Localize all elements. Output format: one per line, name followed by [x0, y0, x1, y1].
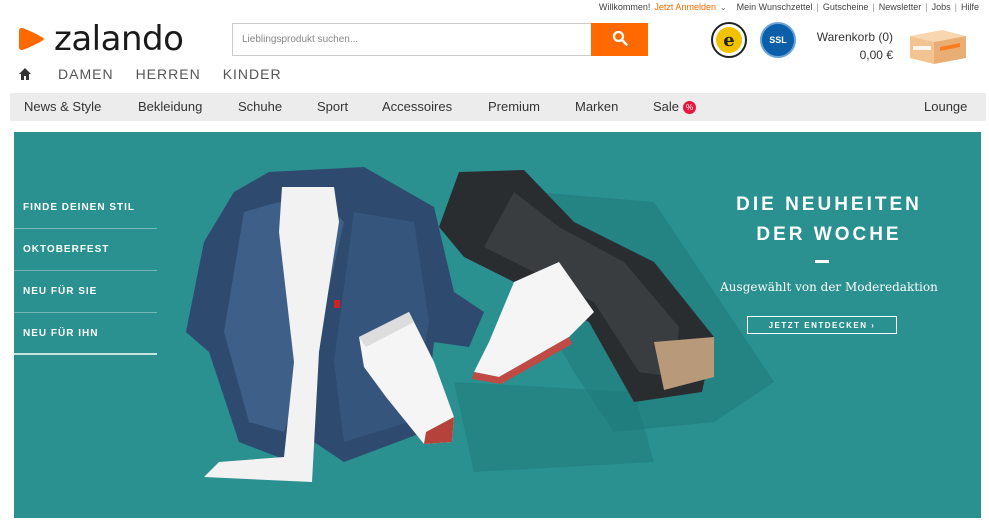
top-utility-bar: Willkommen! Jetzt Anmelden ⌄ Mein Wunsch… — [598, 2, 979, 12]
nav-accessoires[interactable]: Accessoires — [382, 99, 452, 114]
cart-total: 0,00 € — [859, 48, 893, 62]
ssl-badge[interactable]: SSL — [760, 22, 796, 58]
jobs-link[interactable]: Jobs — [932, 2, 951, 12]
logo-text: zalando — [54, 19, 184, 59]
nav-sale[interactable]: Sale% — [653, 99, 697, 114]
nav-schuhe[interactable]: Schuhe — [238, 99, 282, 114]
nav-herren[interactable]: HERREN — [136, 66, 201, 82]
trusted-shops-e: e — [716, 27, 742, 53]
side-menu-finde-deinen-stil[interactable]: FINDE DEINEN STIL — [14, 187, 157, 229]
main-navigation: News & Style Bekleidung Schuhe Sport Acc… — [10, 93, 986, 121]
newsletter-link[interactable]: Newsletter — [879, 2, 922, 12]
nav-sport[interactable]: Sport — [317, 99, 348, 114]
nav-premium[interactable]: Premium — [488, 99, 540, 114]
nav-kinder[interactable]: KINDER — [223, 66, 282, 82]
nav-sale-label: Sale — [653, 99, 680, 114]
hero-cta-button[interactable]: JETZT ENTDECKEN › — [747, 316, 897, 334]
side-menu-oktoberfest[interactable]: OKTOBERFEST — [14, 229, 157, 271]
cart-box-icon[interactable] — [906, 26, 970, 66]
trusted-shops-badge[interactable]: e — [711, 22, 747, 58]
cart-label: Warenkorb (0) — [816, 30, 893, 44]
sale-percent-icon: % — [683, 101, 697, 114]
ssl-label: SSL — [769, 35, 787, 45]
search-button[interactable] — [591, 23, 648, 56]
hero-title: DIE NEUHEITEN DER WOCHE — [736, 194, 922, 245]
nav-lounge[interactable]: Lounge — [924, 99, 967, 114]
site-logo[interactable]: zalando — [18, 19, 184, 59]
side-menu-neu-fuer-sie[interactable]: NEU FÜR SIE — [14, 271, 157, 313]
nav-damen[interactable]: DAMEN — [58, 66, 114, 82]
hero-divider — [815, 260, 829, 263]
zalando-logo-icon — [18, 26, 46, 52]
search-bar — [232, 23, 648, 56]
chevron-down-icon[interactable]: ⌄ — [720, 3, 727, 12]
gender-nav: DAMEN HERREN KINDER — [18, 66, 304, 82]
cart-summary[interactable]: Warenkorb (0) 0,00 € — [805, 28, 893, 64]
search-icon — [612, 30, 628, 49]
hero-banner[interactable]: FINDE DEINEN STIL OKTOBERFEST NEU FÜR SI… — [14, 132, 981, 518]
side-menu-neu-fuer-ihn[interactable]: NEU FÜR IHN — [14, 313, 157, 355]
welcome-text: Willkommen! — [598, 2, 651, 12]
nav-bekleidung[interactable]: Bekleidung — [138, 99, 202, 114]
hero-side-menu: FINDE DEINEN STIL OKTOBERFEST NEU FÜR SI… — [14, 187, 157, 355]
login-link[interactable]: Jetzt Anmelden — [654, 2, 716, 12]
search-input[interactable] — [232, 23, 591, 56]
home-icon[interactable] — [18, 67, 32, 81]
vouchers-link[interactable]: Gutscheine — [823, 2, 869, 12]
help-link[interactable]: Hilfe — [961, 2, 979, 12]
hero-subtitle: Ausgewählt von der Moderedaktion — [720, 280, 938, 294]
wishlist-link[interactable]: Mein Wunschzettel — [737, 2, 813, 12]
nav-news-style[interactable]: News & Style — [24, 99, 101, 114]
nav-marken[interactable]: Marken — [575, 99, 618, 114]
